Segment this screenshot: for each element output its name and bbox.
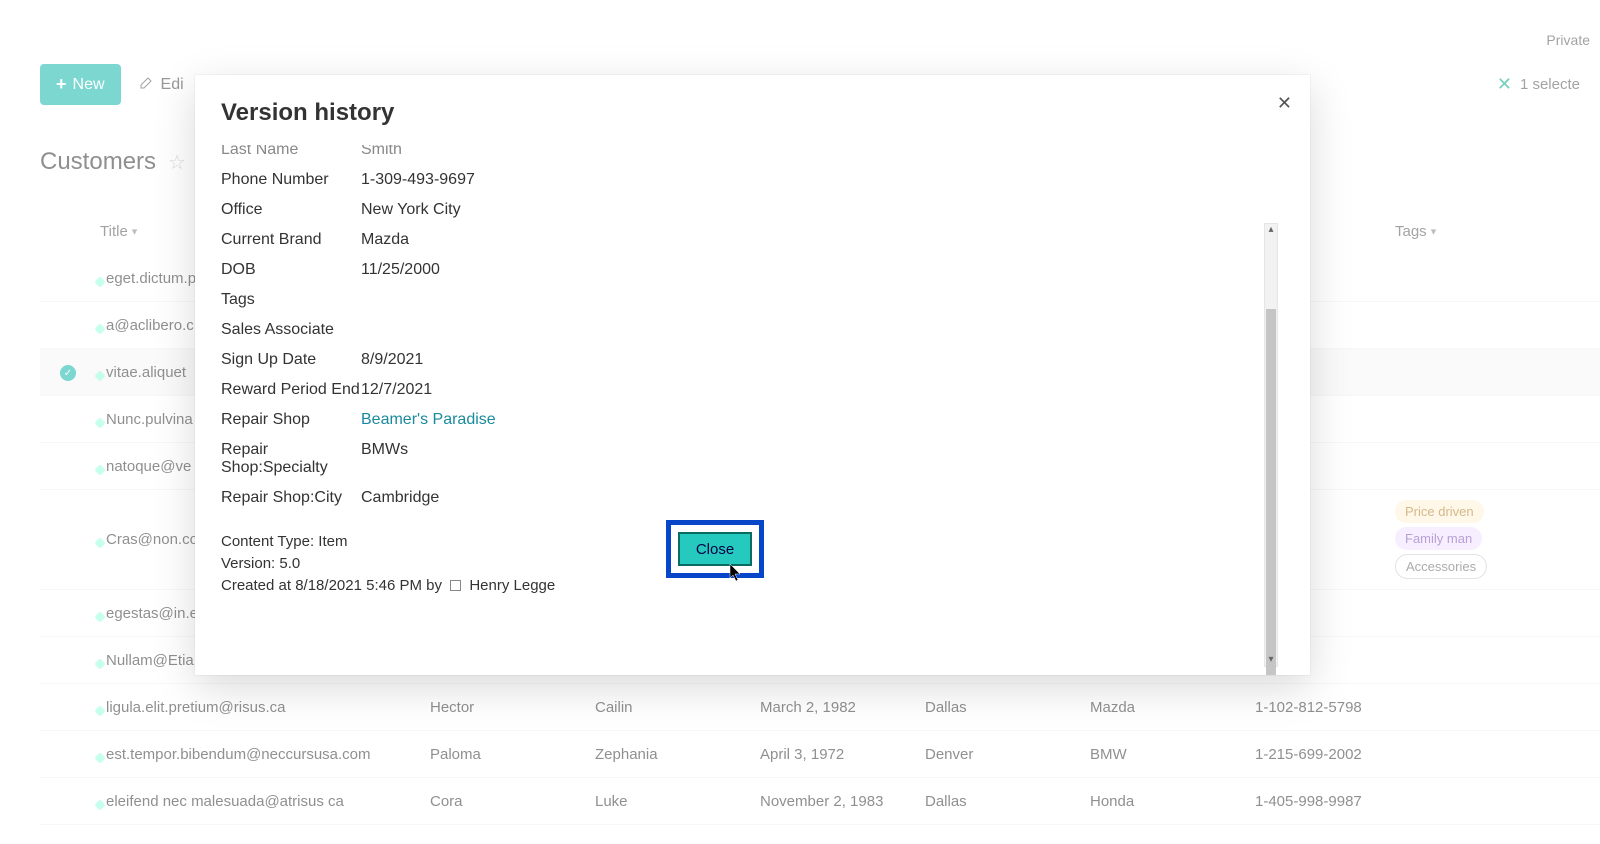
row-phone: 1-215-699-2002 — [1255, 746, 1395, 763]
tag-pill[interactable]: Family man — [1395, 527, 1482, 550]
field-label: Repair Shop — [221, 411, 361, 429]
field-label: Tags — [221, 291, 361, 309]
field-row: OfficeNew York City — [221, 195, 1286, 225]
pencil-icon — [139, 74, 155, 95]
field-row: Repair Shop:SpecialtyBMWs — [221, 435, 1286, 483]
close-icon: ✕ — [1277, 93, 1292, 113]
cell: Luke — [595, 793, 760, 810]
scrollbar[interactable]: ▴ ▾ — [1264, 223, 1278, 667]
field-value: 12/7/2021 — [361, 381, 432, 399]
dialog-close-button[interactable]: ✕ — [1277, 93, 1292, 114]
close-button[interactable]: Close — [678, 532, 752, 566]
field-value: New York City — [361, 201, 461, 219]
cell: March 2, 1982 — [760, 699, 925, 716]
cell: Cailin — [595, 699, 760, 716]
version-history-dialog: ✕ Version history Last NameSmithPhone Nu… — [195, 75, 1310, 675]
field-row: Sign Up Date8/9/2021 — [221, 345, 1286, 375]
field-label: DOB — [221, 261, 361, 279]
checkmark-icon[interactable]: ✓ — [60, 365, 76, 381]
field-value: 1-309-493-9697 — [361, 171, 475, 189]
field-value: 11/25/2000 — [361, 261, 440, 279]
cell: Hector — [430, 699, 595, 716]
scroll-down-icon[interactable]: ▾ — [1265, 653, 1277, 667]
cell: Denver — [925, 746, 1090, 763]
row-phone: 1-405-998-9987 — [1255, 793, 1395, 810]
version-fields: Last NameSmithPhone Number1-309-493-9697… — [221, 145, 1286, 513]
scrollbar-thumb[interactable] — [1266, 309, 1276, 675]
selection-count[interactable]: ✕ 1 selecte — [1497, 74, 1580, 95]
field-value[interactable]: Beamer's Paradise — [361, 411, 496, 429]
new-button[interactable]: + New — [40, 64, 121, 105]
dialog-title: Version history — [195, 75, 1310, 139]
tag-pill[interactable]: Price driven — [1395, 500, 1484, 523]
row-tags: Price driven Family man Accessories — [1395, 498, 1595, 581]
cell: November 2, 1983 — [760, 793, 925, 810]
row-title[interactable]: est.tempor.bibendum@neccursusa.com — [100, 746, 430, 763]
cell: Mazda — [1090, 699, 1255, 716]
field-row: Repair ShopBeamer's Paradise — [221, 405, 1286, 435]
new-button-label: New — [73, 76, 105, 94]
field-label: Repair Shop:Specialty — [221, 441, 361, 477]
field-label: Last Name — [221, 145, 361, 159]
field-label: Sales Associate — [221, 321, 361, 339]
field-row: Repair Shop:CityCambridge — [221, 483, 1286, 513]
cell: Dallas — [925, 793, 1090, 810]
cell: Zephania — [595, 746, 760, 763]
close-button-highlight: Close — [666, 520, 764, 578]
table-row[interactable]: ligula.elit.pretium@risus.caHectorCailin… — [40, 684, 1600, 731]
cell: Honda — [1090, 793, 1255, 810]
field-row: Last NameSmith — [221, 145, 1286, 165]
chevron-down-icon: ▾ — [1431, 225, 1437, 238]
cell: April 3, 1972 — [760, 746, 925, 763]
cell: Paloma — [430, 746, 595, 763]
col-tags[interactable]: Tags▾ — [1395, 223, 1595, 240]
user-presence-icon — [450, 580, 461, 591]
field-value: Cambridge — [361, 489, 439, 507]
field-row: Sales Associate — [221, 315, 1286, 345]
chevron-down-icon: ▾ — [132, 225, 138, 238]
row-title[interactable]: eleifend nec malesuada@atrisus ca — [100, 793, 430, 810]
field-row: Tags — [221, 285, 1286, 315]
row-title[interactable]: ligula.elit.pretium@risus.ca — [100, 699, 430, 716]
field-label: Repair Shop:City — [221, 489, 361, 507]
field-label: Reward Period End — [221, 381, 361, 399]
favorite-star-icon[interactable]: ☆ — [168, 150, 186, 175]
field-row: Reward Period End12/7/2021 — [221, 375, 1286, 405]
table-row[interactable]: eleifend nec malesuada@atrisus caCoraLuk… — [40, 778, 1600, 825]
field-value: Smith — [361, 145, 402, 159]
field-label: Current Brand — [221, 231, 361, 249]
cell: Cora — [430, 793, 595, 810]
field-value: BMWs — [361, 441, 408, 477]
field-row: Current BrandMazda — [221, 225, 1286, 255]
row-phone: 1-102-812-5798 — [1255, 699, 1395, 716]
tag-pill[interactable]: Accessories — [1395, 554, 1487, 579]
edit-button[interactable]: Edi — [139, 74, 184, 95]
field-label: Sign Up Date — [221, 351, 361, 369]
selection-count-label: 1 selecte — [1520, 76, 1580, 93]
cell: Dallas — [925, 699, 1090, 716]
field-label: Phone Number — [221, 171, 361, 189]
clear-selection-icon[interactable]: ✕ — [1497, 74, 1512, 95]
cell: BMW — [1090, 746, 1255, 763]
plus-icon: + — [56, 74, 67, 95]
list-title: Customers — [40, 148, 156, 176]
private-indicator: Private — [1536, 28, 1600, 52]
scroll-up-icon[interactable]: ▴ — [1265, 223, 1277, 237]
field-value: 8/9/2021 — [361, 351, 423, 369]
field-row: DOB11/25/2000 — [221, 255, 1286, 285]
table-row[interactable]: est.tempor.bibendum@neccursusa.comPaloma… — [40, 731, 1600, 778]
field-label: Office — [221, 201, 361, 219]
edit-button-label: Edi — [161, 76, 184, 94]
field-row: Phone Number1-309-493-9697 — [221, 165, 1286, 195]
field-value: Mazda — [361, 231, 409, 249]
